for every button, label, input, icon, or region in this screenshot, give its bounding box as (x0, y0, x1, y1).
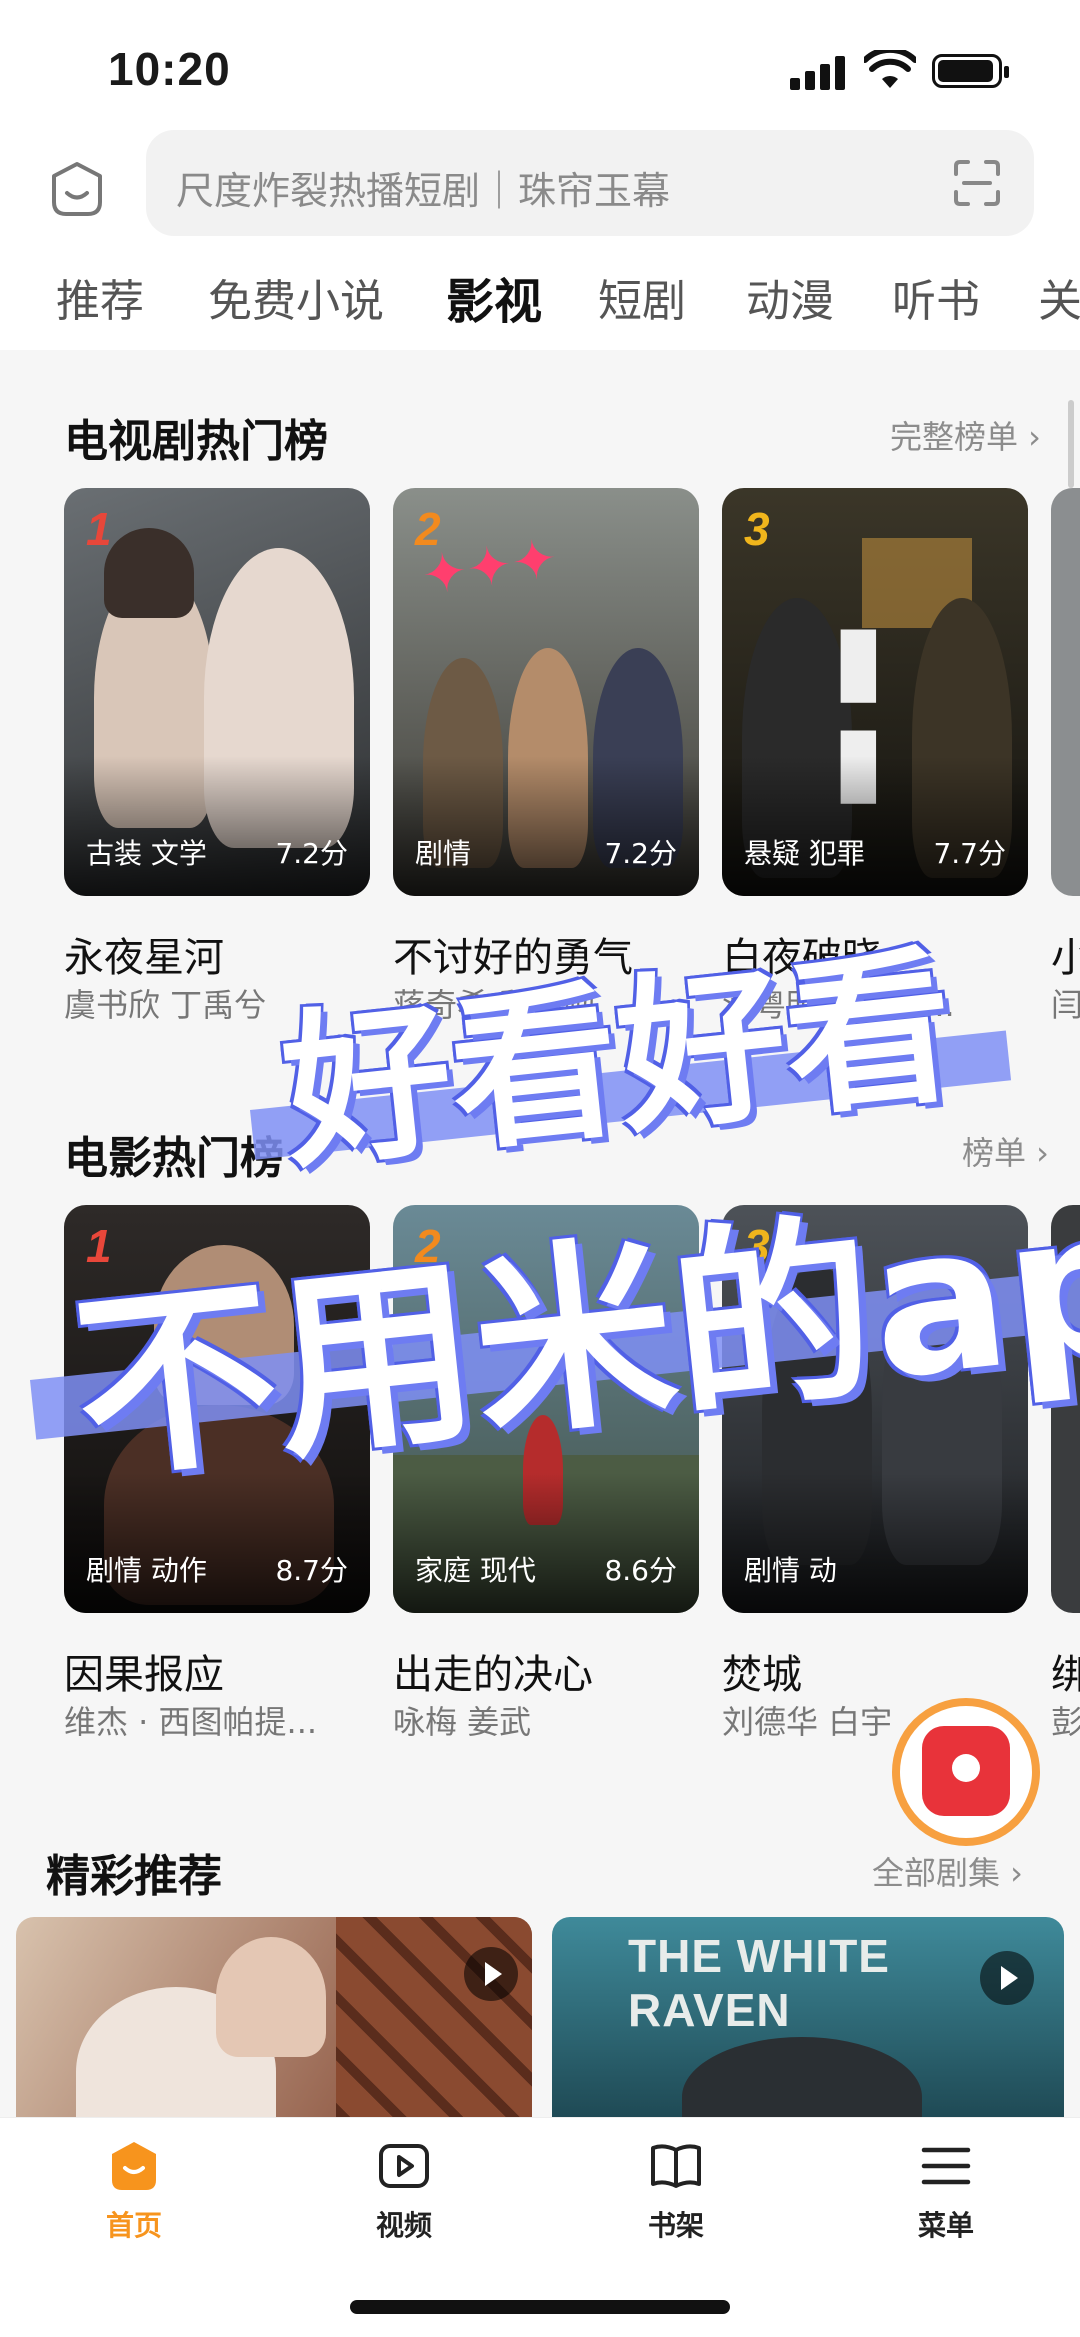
search-bar[interactable]: 尺度炸裂热播短剧｜珠帘玉幕 (146, 130, 1034, 236)
search-placeholder: 尺度炸裂热播短剧｜珠帘玉幕 (176, 169, 671, 213)
status-bar: 10:20 (0, 0, 1080, 130)
movie-chart-title: 电影热门榜 (64, 1133, 284, 1184)
tab-anime[interactable]: 动漫 (746, 265, 834, 329)
nav-video[interactable]: 视频 (334, 2138, 474, 2244)
tv-chart-title: 电视剧热门榜 (64, 416, 328, 467)
red-packet-icon (922, 1726, 1010, 1816)
play-icon[interactable] (464, 1947, 518, 2001)
featured-card-2[interactable]: THE WHITE RAVEN (552, 1917, 1064, 2117)
menu-icon (921, 2147, 971, 2185)
movie-cast-4: 彭 (1051, 1703, 1080, 1741)
rank-number: 1 (86, 503, 112, 555)
tv-poster-2[interactable]: ✦✦✦ 2 剧情 7.2分 (393, 488, 699, 896)
featured-card-1[interactable] (16, 1917, 532, 2117)
tab-follow[interactable]: 关 (1038, 265, 1080, 329)
rank-number: 3 (744, 503, 770, 555)
tv-title-1[interactable]: 永夜星河 (64, 925, 224, 983)
tab-free-novel[interactable]: 免费小说 (208, 265, 384, 329)
tv-poster-3[interactable]: ▮▮ 3 悬疑 犯罪 7.7分 (722, 488, 1028, 896)
poster-score: 8.6分 (604, 1554, 677, 1587)
nav-bookshelf[interactable]: 书架 (606, 2138, 746, 2244)
poster-tags: 家庭 现代 (415, 1554, 536, 1587)
tv-title-4[interactable]: 小 (1051, 925, 1080, 983)
home-indicator[interactable] (350, 2300, 730, 2314)
scroll-indicator[interactable] (1068, 400, 1074, 488)
red-packet-float-button[interactable] (892, 1698, 1040, 1846)
nav-label: 视频 (375, 2209, 432, 2242)
bookshelf-icon (651, 2144, 701, 2188)
poster-score: 7.2分 (275, 837, 348, 870)
scan-icon[interactable] (952, 158, 1002, 208)
nav-label: 菜单 (917, 2209, 974, 2242)
home-icon (112, 2142, 156, 2190)
tv-poster-1[interactable]: 1 古装 文学 7.2分 (64, 488, 370, 896)
poster-score: 7.2分 (604, 837, 677, 870)
nav-label: 书架 (647, 2209, 704, 2242)
wifi-icon (864, 50, 916, 88)
poster-tags: 剧情 动 (744, 1554, 837, 1587)
poster-score: 7.7分 (933, 837, 1006, 870)
movie-title-4[interactable]: 绑 (1051, 1642, 1080, 1700)
movie-cast-2: 咏梅 姜武 (393, 1703, 532, 1741)
movie-title-2[interactable]: 出走的决心 (393, 1642, 593, 1700)
all-series-link[interactable]: 全部剧集 › (872, 1848, 1023, 1894)
rank-number: 2 (415, 503, 441, 555)
tab-film-tv[interactable]: 影视 (446, 262, 542, 332)
poster-score: 8.7分 (275, 1554, 348, 1587)
movie-cast-1: 维杰 · 西图帕提... (64, 1703, 318, 1741)
nav-home[interactable]: 首页 (64, 2138, 204, 2244)
poster-tags: 古装 文学 (86, 837, 207, 870)
nav-menu[interactable]: 菜单 (876, 2138, 1016, 2244)
poster-tags: 剧情 (415, 837, 472, 870)
tab-recommend[interactable]: 推荐 (56, 265, 144, 329)
movie-title-3[interactable]: 焚城 (722, 1642, 802, 1700)
tv-full-list-link[interactable]: 完整榜单 › (890, 412, 1041, 458)
poster-tags: 剧情 动作 (86, 1554, 207, 1587)
battery-icon (932, 54, 1009, 88)
status-time: 10:20 (108, 43, 231, 95)
featured-title: 精彩推荐 (46, 1851, 222, 1902)
movie-title-1[interactable]: 因果报应 (64, 1642, 224, 1700)
play-icon[interactable] (980, 1951, 1034, 2005)
poster-tags: 悬疑 犯罪 (744, 837, 865, 870)
tv-cast-4: 闫 (1051, 986, 1080, 1024)
movie-cast-3: 刘德华 白宇 (722, 1703, 893, 1741)
tab-audiobook[interactable]: 听书 (892, 265, 980, 329)
nav-label: 首页 (105, 2209, 162, 2242)
tab-short-drama[interactable]: 短剧 (598, 265, 686, 329)
app-logo-icon[interactable] (48, 160, 106, 218)
cellular-signal-icon (790, 56, 846, 90)
video-icon (379, 2144, 429, 2188)
tv-poster-4[interactable] (1051, 488, 1080, 896)
